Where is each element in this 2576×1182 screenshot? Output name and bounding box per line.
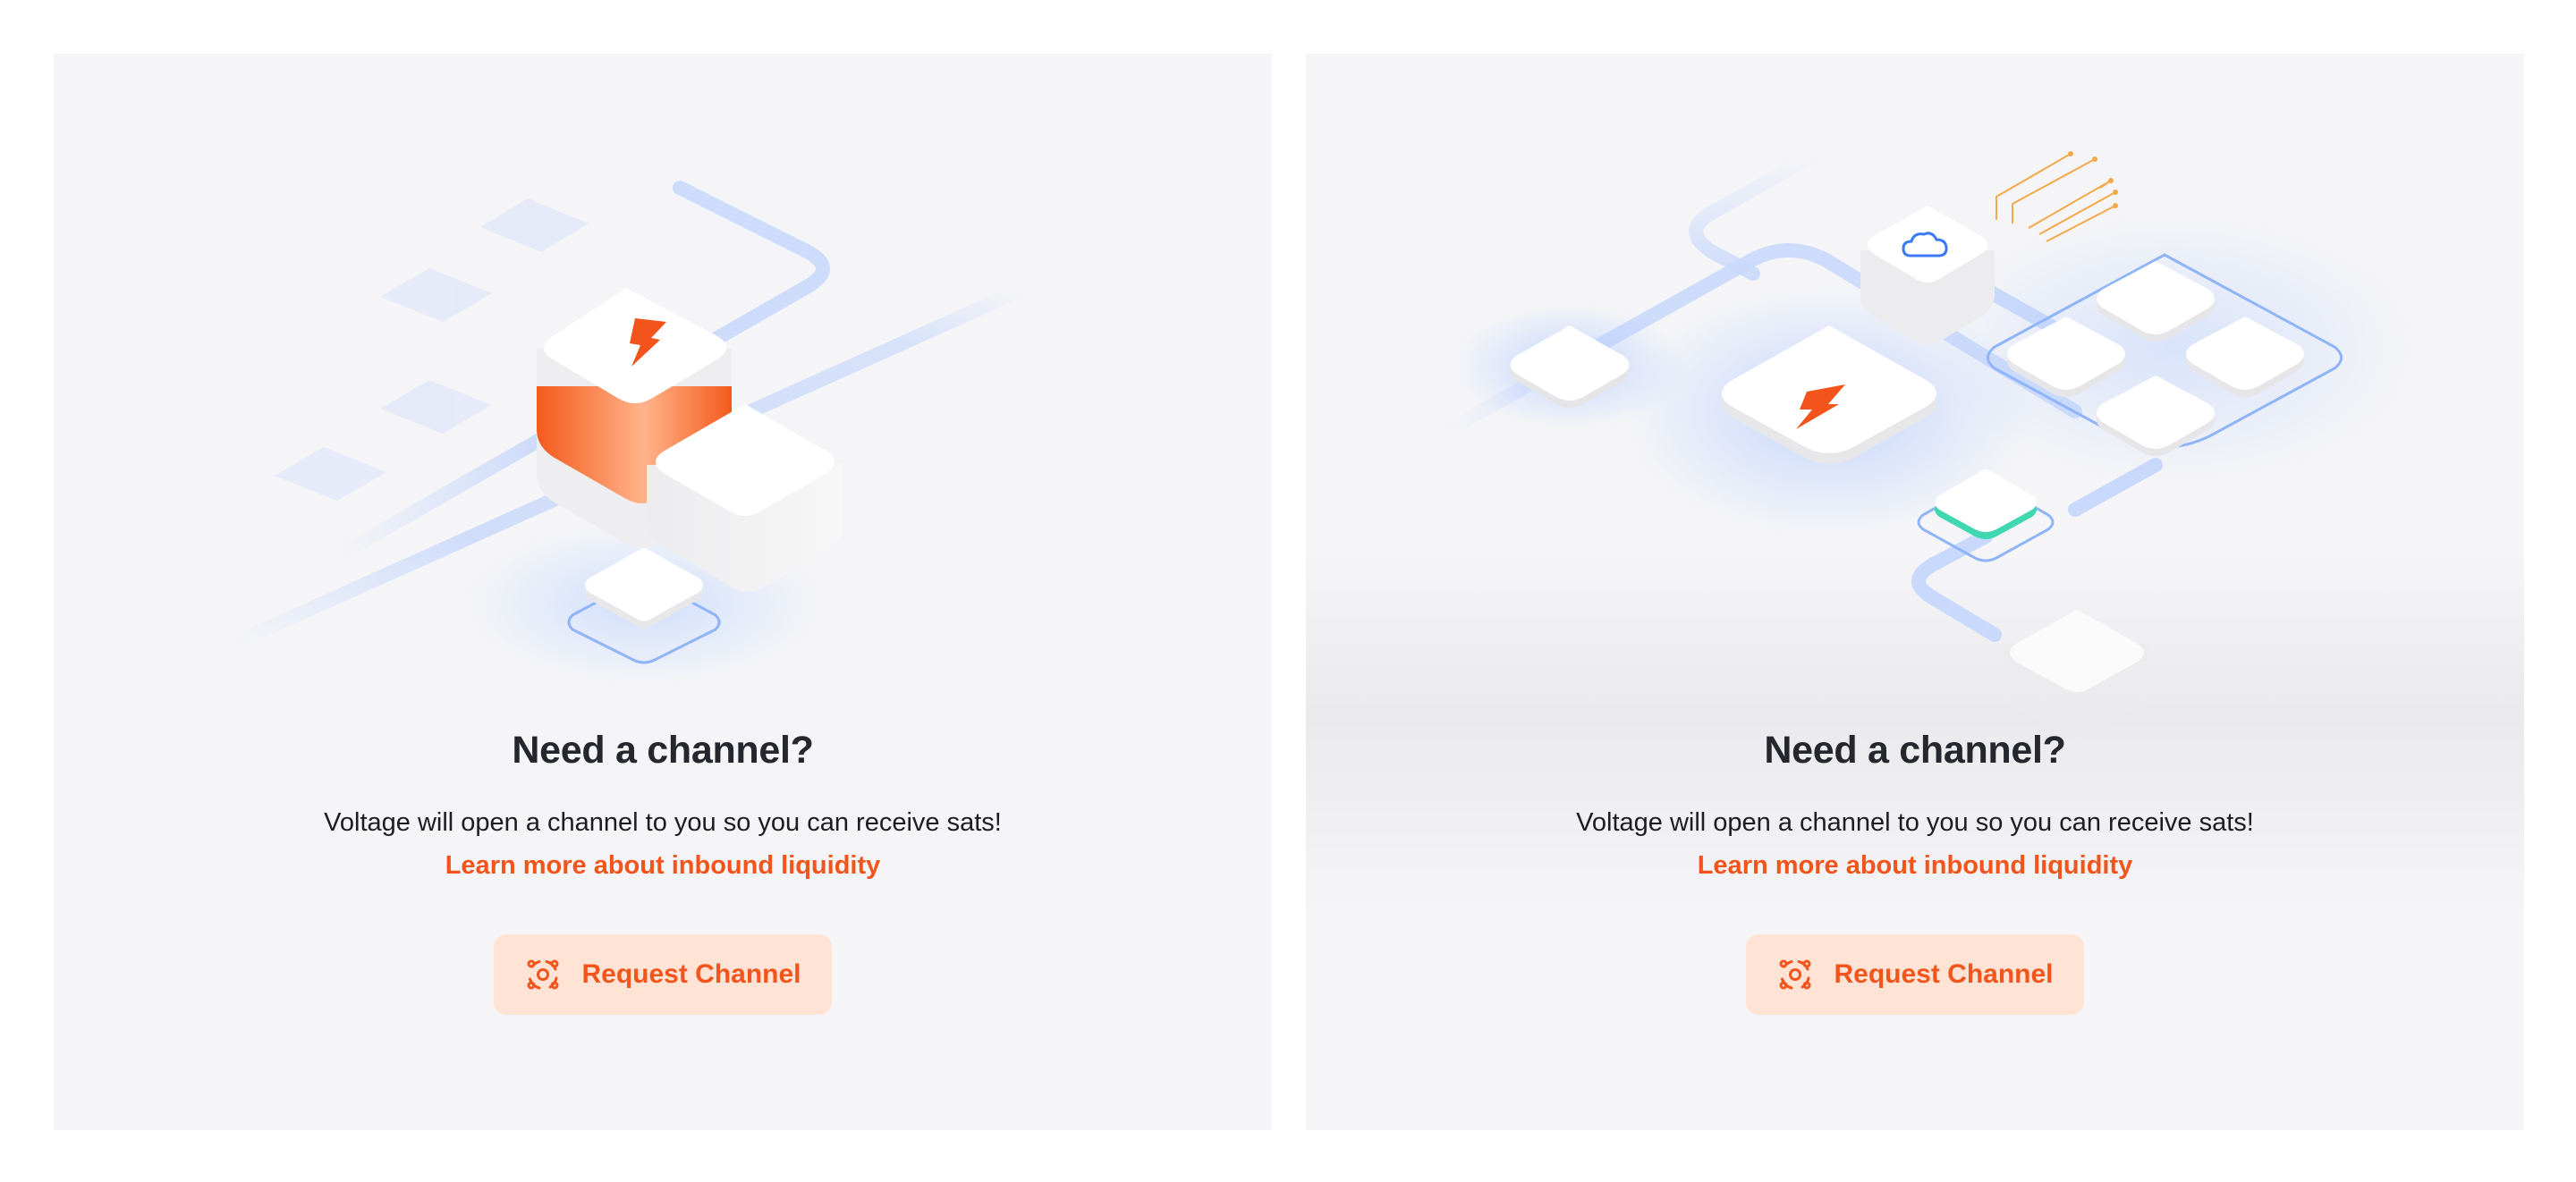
faded-node bbox=[2004, 610, 2150, 738]
request-channel-label: Request Channel bbox=[1834, 959, 2054, 989]
card-title: Need a channel? bbox=[512, 729, 814, 772]
card-title: Need a channel? bbox=[1764, 729, 2066, 772]
channel-path bbox=[1911, 529, 2002, 642]
inbound-liquidity-link[interactable]: Learn more about inbound liquidity bbox=[54, 851, 1272, 881]
card-description: Voltage will open a channel to you so yo… bbox=[1576, 808, 2254, 837]
channel-card-right: Need a channel? Voltage will open a chan… bbox=[1306, 54, 2524, 1130]
card-description: Voltage will open a channel to you so yo… bbox=[324, 808, 1002, 837]
lightning-network-illustration bbox=[1442, 151, 2415, 738]
channel-request-icon bbox=[524, 956, 562, 993]
inbound-liquidity-link[interactable]: Learn more about inbound liquidity bbox=[1306, 851, 2524, 881]
request-channel-button[interactable]: Request Channel bbox=[494, 934, 832, 1015]
lightning-node-illustration bbox=[225, 181, 1027, 684]
request-channel-button[interactable]: Request Channel bbox=[1746, 934, 2084, 1015]
channel-card-left: Need a channel? Voltage will open a chan… bbox=[54, 54, 1272, 1130]
request-channel-label: Request Channel bbox=[581, 959, 801, 989]
channel-request-icon bbox=[1776, 956, 1814, 993]
